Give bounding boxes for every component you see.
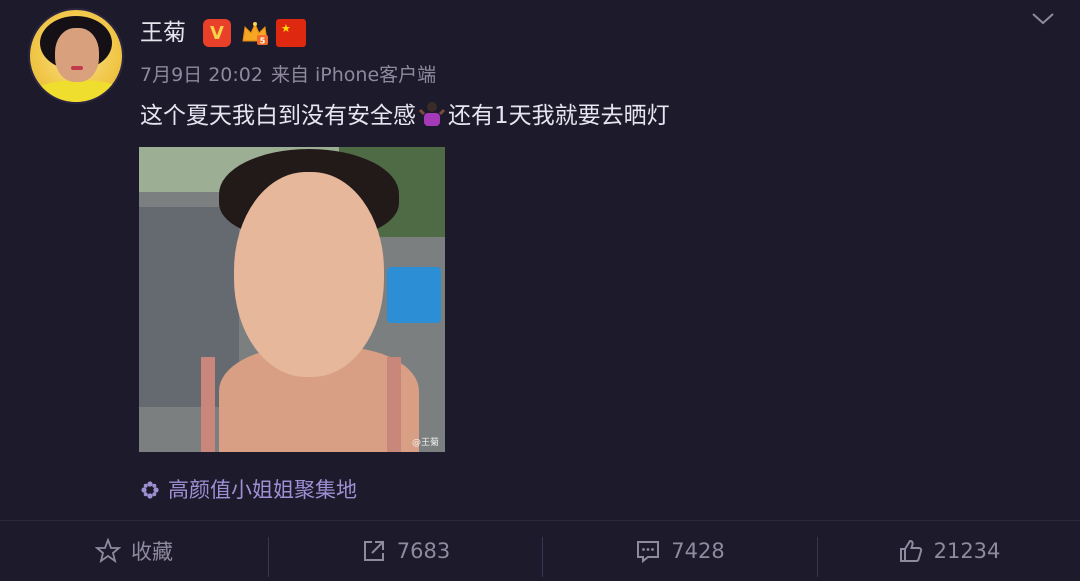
post-time: 7月9日 20:02 — [140, 64, 263, 86]
photo-watermark: @王菊 — [411, 438, 439, 448]
post-text: 这个夏天我白到没有安全感 还有1天我就要去晒灯 — [140, 100, 670, 132]
like-count: 21234 — [933, 539, 1001, 563]
post-source[interactable]: 来自 iPhone客户端 — [271, 64, 436, 86]
photo-strap-right — [387, 357, 401, 452]
photo-strap-left — [201, 357, 215, 452]
repost-count: 7683 — [396, 539, 451, 563]
svg-text:5: 5 — [260, 37, 266, 46]
verified-v-icon: V — [203, 19, 231, 47]
share-icon — [363, 541, 384, 561]
star-outline-icon — [95, 538, 121, 564]
avatar-lips — [71, 66, 83, 70]
photo-face — [234, 172, 384, 377]
post-text-part-1: 这个夏天我白到没有安全感 — [140, 103, 416, 129]
flag-star-icon: ★ — [281, 22, 291, 35]
comment-button[interactable]: 7428 — [543, 521, 817, 581]
comment-count: 7428 — [671, 539, 725, 563]
topic-link[interactable]: 高颜值小姐姐聚集地 — [140, 476, 357, 504]
post-photo[interactable]: @王菊 — [139, 147, 445, 452]
post-meta: 7月9日 20:02 来自 iPhone客户端 — [140, 62, 436, 88]
avatar-face — [55, 28, 99, 82]
flower-topic-icon — [141, 481, 159, 499]
weibo-post: 王菊 V 5 ★ 7月9日 20:02 来自 iPhone客户端 这个夏天我白到没… — [0, 0, 1080, 520]
avatar-shirt — [30, 80, 122, 102]
favorite-button[interactable]: 收藏 — [0, 521, 268, 581]
woman-shrugging-emoji — [418, 102, 446, 126]
action-bar: 收藏 7683 7428 21234 — [0, 520, 1080, 581]
china-flag-icon: ★ — [276, 19, 306, 47]
chevron-down-icon[interactable] — [1030, 6, 1056, 32]
photo-chair — [387, 267, 441, 323]
topic-label: 高颜值小姐姐聚集地 — [168, 478, 357, 502]
post-text-part-2: 还有1天我就要去晒灯 — [448, 103, 670, 129]
comment-icon — [637, 541, 660, 564]
like-button[interactable]: 21234 — [818, 521, 1080, 581]
repost-button[interactable]: 7683 — [269, 521, 542, 581]
avatar[interactable] — [28, 8, 124, 104]
thumbs-up-icon — [899, 539, 922, 562]
crown-level-icon: 5 — [240, 19, 270, 47]
favorite-label: 收藏 — [131, 540, 173, 564]
username[interactable]: 王菊 — [140, 16, 186, 50]
